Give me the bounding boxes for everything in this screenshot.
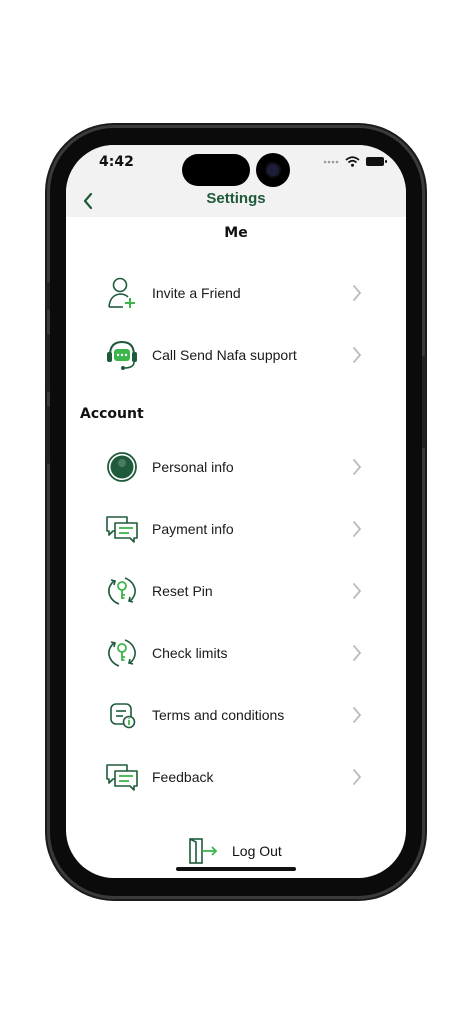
phone-side-button [46,282,50,310]
settings-item-label: Payment info [152,521,234,537]
phone-side-button [46,334,50,392]
chevron-right-icon [348,345,366,365]
settings-item-call-support[interactable]: Call Send Nafa support [104,333,366,377]
status-icons [323,156,387,167]
chevron-right-icon [348,457,366,477]
settings-item-feedback[interactable]: Feedback [104,755,366,799]
settings-item-invite-friend[interactable]: Invite a Friend [104,271,366,315]
settings-item-label: Feedback [152,769,214,785]
chat-bubbles-icon [104,511,140,547]
status-time: 4:42 [99,154,134,170]
chevron-right-icon [348,767,366,787]
chevron-right-icon [348,519,366,539]
chevron-right-icon [348,705,366,725]
support-headset-icon [104,337,140,373]
logout-label: Log Out [232,843,282,859]
page-title: Settings [206,190,266,207]
settings-item-label: Invite a Friend [152,285,241,301]
settings-item-label: Check limits [152,645,228,661]
settings-item-label: Terms and conditions [152,707,285,723]
document-info-icon [104,697,140,733]
chevron-right-icon [348,283,366,303]
app-header: 4:42 Settings [66,145,406,217]
phone-side-button [46,406,50,464]
user-avatar-icon [104,449,140,485]
settings-item-label: Personal info [152,459,234,475]
home-indicator[interactable] [176,867,296,871]
chat-bubbles-icon [104,759,140,795]
exit-door-icon [189,838,218,864]
settings-item-label: Reset Pin [152,583,213,599]
add-user-icon [104,275,140,311]
settings-item-label: Call Send Nafa support [152,347,297,363]
battery-icon [366,157,387,166]
settings-item-payment-info[interactable]: Payment info [104,507,366,551]
app-screen: 4:42 Settings Me Invite a Friend Call Se… [66,145,406,878]
settings-item-reset-pin[interactable]: Reset Pin [104,569,366,613]
dynamic-island [182,154,250,186]
chevron-right-icon [348,643,366,663]
settings-item-check-limits[interactable]: Check limits [104,631,366,675]
phone-side-button [422,356,426,448]
front-camera [256,153,290,187]
settings-item-terms[interactable]: Terms and conditions [104,693,366,737]
section-title-me: Me [224,225,248,241]
wifi-icon [345,156,360,167]
chevron-right-icon [348,581,366,601]
section-title-account: Account [80,406,144,422]
cellular-signal-icon [323,160,339,163]
logout-button[interactable]: Log Out [186,835,282,867]
settings-item-personal-info[interactable]: Personal info [104,445,366,489]
key-refresh-icon [104,635,140,671]
key-refresh-icon [104,573,140,609]
